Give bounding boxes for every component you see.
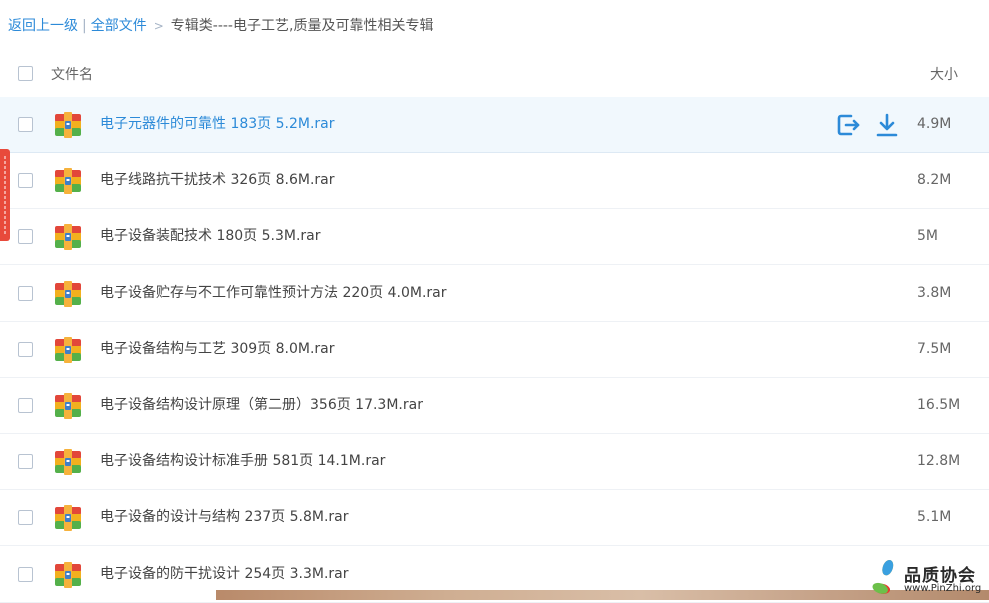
file-row[interactable]: 电子设备结构与工艺 309页 8.0M.rar 7.5M [0,322,989,378]
rar-archive-icon [55,280,81,311]
rar-archive-icon [55,336,81,367]
file-checkbox[interactable] [18,117,33,132]
rar-archive-icon [55,505,81,535]
breadcrumb: 返回上一级 | 全部文件 > 专辑类----电子工艺,质量及可靠性相关专辑 [8,16,433,36]
file-row[interactable]: 电子元器件的可靠性 183页 5.2M.rar 4.9M [0,97,989,153]
file-name[interactable]: 电子设备的设计与结构 237页 5.8M.rar [100,508,349,526]
file-name[interactable]: 电子设备结构与工艺 309页 8.0M.rar [100,340,335,358]
column-header-name[interactable]: 文件名 [51,64,93,84]
file-name[interactable]: 电子设备的防干扰设计 254页 3.3M.rar [100,565,349,583]
file-size: 12.8M [917,453,961,470]
column-header-size[interactable]: 大小 [930,64,958,84]
rar-archive-icon [55,449,81,479]
file-list-header: 文件名 大小 [0,49,989,97]
file-name[interactable]: 电子设备装配技术 180页 5.3M.rar [100,227,321,245]
file-name[interactable]: 电子设备结构设计标准手册 581页 14.1M.rar [100,452,385,470]
share-icon[interactable] [835,112,861,138]
side-feedback-tab[interactable] [0,149,10,241]
file-checkbox[interactable] [18,454,33,470]
file-row[interactable]: 电子设备装配技术 180页 5.3M.rar 5M [0,209,989,266]
file-checkbox[interactable] [18,173,33,189]
file-size: 3.8M [917,284,952,301]
file-row[interactable]: 电子线路抗干扰技术 326页 8.6M.rar 8.2M [0,153,989,210]
file-row[interactable]: 电子设备贮存与不工作可靠性预计方法 220页 4.0M.rar 3.8M [0,266,989,322]
file-size: 4.9M [917,116,952,132]
file-size: 7.5M [917,340,952,357]
watermark-logo: 品质协会 www.PinZhi.org [864,558,989,598]
rar-archive-icon [55,561,81,592]
file-checkbox[interactable] [18,398,33,413]
file-checkbox[interactable] [18,229,33,245]
file-checkbox[interactable] [18,566,33,582]
back-link[interactable]: 返回上一级 [8,18,78,34]
watermark-url: www.PinZhi.org [904,583,982,594]
file-name[interactable]: 电子线路抗干扰技术 326页 8.6M.rar [100,171,335,189]
file-checkbox[interactable] [18,510,33,526]
select-all-checkbox[interactable] [18,66,33,81]
rar-archive-icon [55,112,81,142]
file-name[interactable]: 电子元器件的可靠性 183页 5.2M.rar [100,115,335,133]
flower-logo-icon [872,559,894,594]
file-checkbox[interactable] [18,285,33,301]
rar-archive-icon [55,224,81,254]
file-size: 5M [917,228,938,245]
breadcrumb-separator: | [82,18,87,34]
current-folder: 专辑类----电子工艺,质量及可靠性相关专辑 [170,18,434,34]
rar-archive-icon [55,393,81,423]
file-row[interactable]: 电子设备结构设计标准手册 581页 14.1M.rar 12.8M [0,434,989,491]
file-size: 8.2M [917,172,952,189]
file-name[interactable]: 电子设备贮存与不工作可靠性预计方法 220页 4.0M.rar [100,284,447,302]
breadcrumb-arrow: > [153,19,164,33]
file-size: 5.1M [917,509,952,526]
file-name[interactable]: 电子设备结构设计原理（第二册）356页 17.3M.rar [100,396,423,414]
rar-archive-icon [55,168,81,198]
file-checkbox[interactable] [18,341,33,357]
all-files-link[interactable]: 全部文件 [91,18,147,34]
file-row[interactable]: 电子设备结构设计原理（第二册）356页 17.3M.rar 16.5M [0,378,989,434]
file-size: 16.5M [917,397,961,413]
file-row[interactable]: 电子设备的设计与结构 237页 5.8M.rar 5.1M [0,490,989,547]
download-icon[interactable] [874,112,900,138]
